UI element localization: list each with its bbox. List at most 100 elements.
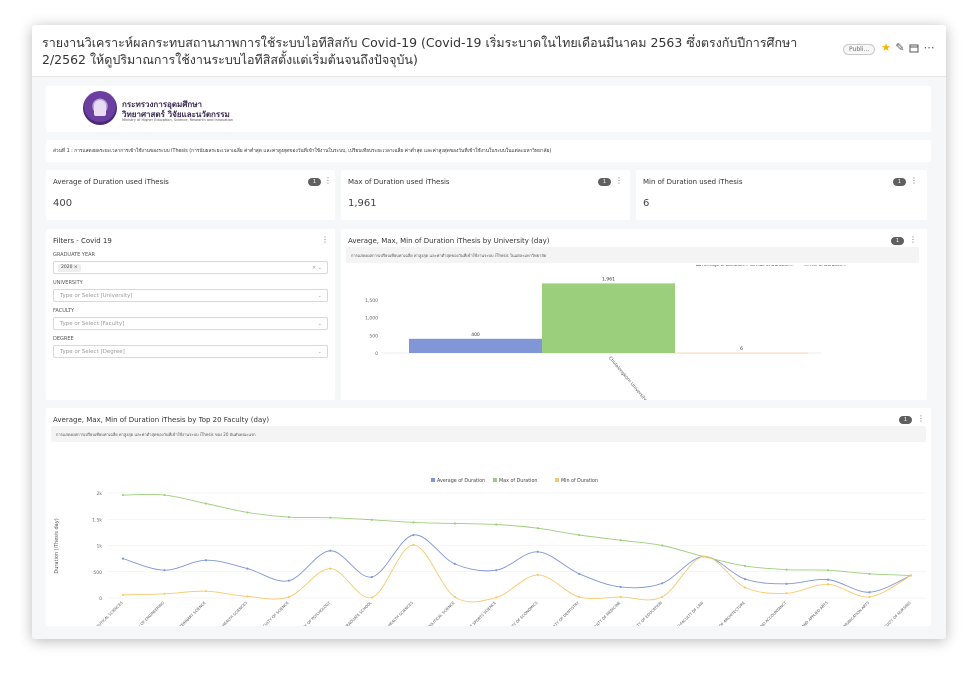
faculty-select[interactable]: Type or Select [Faculty] ⌄ <box>53 317 328 330</box>
faculty-line-chart: 0 500 1k 1.5k 2k Duration (iThesis day) Averag… <box>54 478 926 626</box>
chevron-down-icon: ⌄ <box>317 349 322 355</box>
more-options-icon[interactable]: ⋮ <box>909 235 917 245</box>
star-icon[interactable]: ★ <box>880 41 892 55</box>
more-options-icon[interactable]: ⋮ <box>324 176 332 186</box>
data-point <box>453 562 456 565</box>
ministry-name-english: Ministry of Higher Education, Science, R… <box>122 118 234 122</box>
filter-count-badge[interactable]: 1 <box>899 416 912 424</box>
x-tick-label: Chulalongkorn University <box>607 355 648 400</box>
data-point <box>329 549 332 552</box>
data-point <box>495 596 498 599</box>
data-point <box>826 583 830 586</box>
university-select[interactable]: Type or Select [University] ⌄ <box>53 289 328 302</box>
x-tick-label: CU-FACULTY OF ARCHITECTURE <box>702 600 746 626</box>
legend-swatch <box>555 478 559 482</box>
legend-swatch <box>431 478 435 482</box>
chevron-down-icon: ⌄ <box>317 321 322 327</box>
x-tick-label: CU-FACULTY OF SCIENCE <box>255 600 290 626</box>
filter-count-badge[interactable]: 1 <box>598 178 611 186</box>
edit-icon[interactable]: ✎ <box>894 41 906 55</box>
data-point <box>370 575 373 579</box>
data-point <box>619 539 622 542</box>
data-point <box>121 493 125 497</box>
data-point <box>329 567 332 570</box>
filters-title: Filters - Covid 19 <box>53 237 112 245</box>
data-point <box>370 518 373 521</box>
faculty-label: FACULTY <box>53 308 75 314</box>
x-tick-label: CU-FACULTY OF PHARMACEUTICAL SCIENCES <box>62 600 124 626</box>
university-bar-chart: 0 500 1,000 1,500 400 1,961 6 Chulalongkorn Uni… <box>365 265 846 400</box>
more-options-icon[interactable]: ⋮ <box>917 414 925 424</box>
data-point <box>826 578 830 581</box>
data-point <box>453 595 456 599</box>
section-description-card: ส่วนที่ 1 : การแสดงผลระยะเวลาการเข้าใช้ง… <box>46 140 931 162</box>
more-options-icon[interactable]: ⋮ <box>910 176 918 186</box>
filter-count-badge[interactable]: 1 <box>891 237 904 245</box>
metric-title: Max of Duration used iThesis <box>348 178 450 186</box>
data-point <box>868 572 871 575</box>
data-point <box>246 567 249 570</box>
legend-swatch <box>696 265 701 266</box>
bar <box>542 283 675 353</box>
y-tick-label: 1.5k <box>92 517 102 523</box>
data-point <box>744 586 747 589</box>
series-line <box>122 534 912 593</box>
data-point <box>204 590 208 593</box>
more-options-icon[interactable]: ⋮ <box>321 235 329 245</box>
legend-label: Min of Duration... <box>810 265 846 267</box>
data-point <box>163 592 166 595</box>
calendar-icon[interactable] <box>908 41 920 55</box>
bar-data-label: 6 <box>740 346 743 352</box>
y-axis-label: Duration (iThesis day) <box>54 518 60 573</box>
y-tick-label: 1k <box>97 544 103 550</box>
data-point <box>412 543 415 547</box>
data-point <box>412 533 415 537</box>
data-point <box>536 527 539 530</box>
data-point <box>287 579 290 582</box>
filter-count-badge[interactable]: 1 <box>893 178 906 186</box>
y-tick-label: 2k <box>97 491 103 497</box>
legend-label: Min of Duration <box>561 478 598 484</box>
more-options-icon[interactable]: ⋮ <box>615 176 623 186</box>
x-tick-label: CU-FACULTY OF DENTISTRY <box>542 600 581 626</box>
x-tick-label: CU-FACULTY OF SPORTS SCIENCE <box>451 600 497 626</box>
graduate-year-chip[interactable]: 2020 × <box>58 264 81 272</box>
data-point <box>121 557 125 560</box>
data-point <box>453 522 456 525</box>
data-point <box>287 516 290 519</box>
degree-select[interactable]: Type or Select [Degree] ⌄ <box>53 345 328 358</box>
graduate-year-select[interactable]: 2020 × × ⌄ <box>53 261 328 274</box>
data-point <box>287 595 290 599</box>
data-point <box>412 521 415 524</box>
data-point <box>909 574 913 577</box>
x-tick-label: CU-FACULTY OF EDUCATION <box>624 601 663 626</box>
series-line <box>122 544 912 603</box>
more-icon[interactable]: ⋯ <box>923 41 935 55</box>
publish-status-badge[interactable]: Publi... <box>843 44 876 55</box>
metric-title: Average of Duration used iThesis <box>53 178 169 186</box>
metric-value: 6 <box>643 198 650 209</box>
dashboard-header: รายงานวิเคราะห์ผลกระทบสถานภาพการใช้ระบบไ… <box>32 25 946 77</box>
data-point <box>868 591 871 594</box>
y-tick-label: 0 <box>375 351 378 357</box>
data-point <box>536 550 539 553</box>
metric-card-max: Max of Duration used iThesis 1,961 1 ⋮ <box>341 170 630 220</box>
filter-count-badge[interactable]: 1 <box>308 178 321 186</box>
chart-title: Average, Max, Min of Duration iThesis by… <box>53 416 270 424</box>
data-point <box>785 582 788 585</box>
faculty-placeholder: Type or Select [Faculty] <box>60 321 125 327</box>
university-placeholder: Type or Select [University] <box>60 293 133 299</box>
data-point <box>826 569 830 572</box>
x-tick-label: CU-COLLEGE OF PUBLIC HEALTH SCIENCES <box>189 600 248 626</box>
chart-title: Average, Max, Min of Duration iThesis by… <box>348 237 550 245</box>
data-point <box>246 595 249 598</box>
data-point <box>163 569 166 572</box>
bar <box>675 352 808 354</box>
section-description: ส่วนที่ 1 : การแสดงผลระยะเวลาการเข้าใช้ง… <box>53 149 552 154</box>
data-point <box>868 595 871 599</box>
bar-data-label: 400 <box>471 332 480 338</box>
data-point <box>744 564 747 568</box>
x-tick-label: CU-FACULTY OF ECONOMICS <box>499 600 539 626</box>
data-point <box>204 502 208 505</box>
bar <box>409 338 542 353</box>
